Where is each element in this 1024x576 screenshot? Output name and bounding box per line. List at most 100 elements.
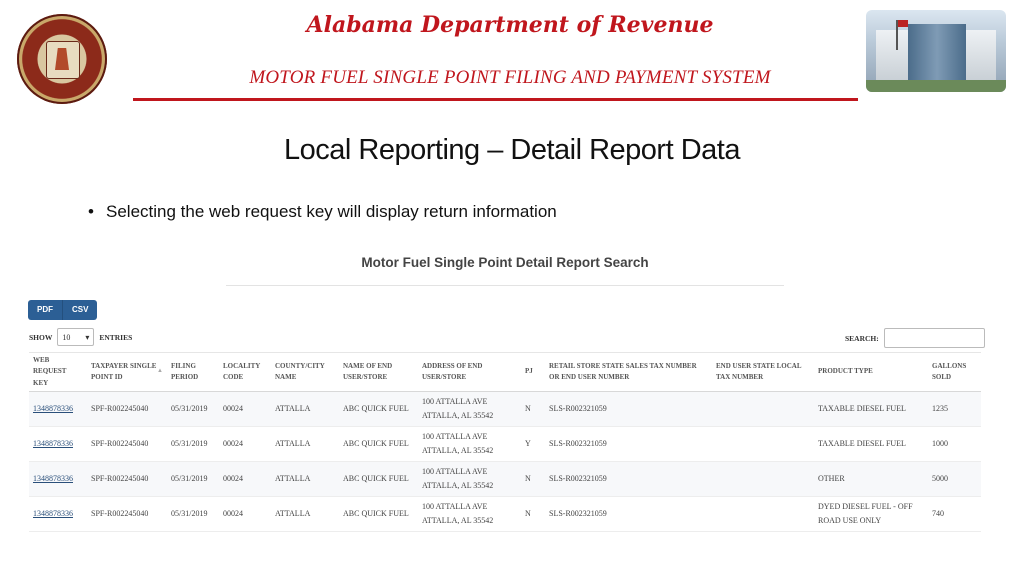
bullet-text: Selecting the web request key will displ… — [106, 202, 557, 221]
bullet-point: • Selecting the web request key will disp… — [88, 202, 557, 222]
county-city-cell: ATTALLA — [271, 496, 339, 532]
table-search-control: SEARCH: — [845, 328, 985, 348]
column-header-label: FILING PERIOD — [171, 361, 199, 381]
column-header[interactable]: PJ — [521, 352, 545, 392]
column-header[interactable]: NAME OF END USER/STORE — [339, 352, 418, 392]
web-request-key-cell: 1348878336 — [29, 426, 87, 462]
locality-code-cell: 00024 — [219, 391, 271, 427]
entries-length-control: SHOW 10 ▾ ENTRIES — [29, 328, 132, 346]
column-header-label: ADDRESS OF END USER/STORE — [422, 361, 483, 381]
sales-tax-number-cell: SLS-R002321059 — [545, 391, 712, 427]
address-line-1: 100 ATTALLA AVE — [422, 397, 488, 407]
entries-select-value: 10 — [62, 332, 71, 342]
gallons-cell: 740 — [928, 496, 981, 532]
column-header[interactable]: FILING PERIOD — [167, 352, 219, 392]
end-user-name-cell: ABC QUICK FUEL — [339, 461, 418, 497]
system-title: MOTOR FUEL SINGLE POINT FILING AND PAYME… — [249, 67, 771, 88]
filing-period-cell: 05/31/2019 — [167, 426, 219, 462]
product-type-cell: TAXABLE DIESEL FUEL — [814, 426, 928, 462]
pj-cell: N — [521, 391, 545, 427]
organization-title: Alabama Department of Revenue — [306, 12, 714, 38]
address-line-1: 100 ATTALLA AVE — [422, 502, 488, 512]
column-header[interactable]: LOCALITY CODE — [219, 352, 271, 392]
column-header-label: COUNTY/CITY NAME — [275, 361, 325, 381]
seal-emblem — [46, 41, 80, 79]
locality-code-cell: 00024 — [219, 426, 271, 462]
gallons-cell: 1235 — [928, 391, 981, 427]
web-request-key-cell: 1348878336 — [29, 461, 87, 497]
column-header-label: TAXPAYER SINGLE POINT ID — [91, 361, 157, 381]
address-line-2: ATTALLA, AL 35542 — [422, 446, 494, 455]
column-header-label: LOCALITY CODE — [223, 361, 261, 381]
table-row: 1348878336 SPF-R002245040 05/31/2019 000… — [29, 391, 981, 427]
sales-tax-number-cell: SLS-R002321059 — [545, 461, 712, 497]
building-facade — [908, 24, 966, 82]
county-city-cell: ATTALLA — [271, 391, 339, 427]
end-user-name-cell: ABC QUICK FUEL — [339, 391, 418, 427]
address-cell: 100 ATTALLA AVE ATTALLA, AL 35542 — [418, 461, 521, 497]
entries-select[interactable]: 10 ▾ — [57, 328, 95, 346]
column-header[interactable]: WEB REQUEST KEY — [29, 352, 87, 392]
web-request-key-link[interactable]: 1348878336 — [33, 404, 73, 413]
bullet-icon: • — [88, 202, 94, 221]
taxpayer-id-cell: SPF-R002245040 — [87, 391, 167, 427]
building-lawn — [866, 80, 1006, 92]
pj-cell: N — [521, 496, 545, 532]
sales-tax-number-cell: SLS-R002321059 — [545, 496, 712, 532]
report-title-divider — [226, 285, 784, 286]
web-request-key-link[interactable]: 1348878336 — [33, 509, 73, 518]
building-photo — [866, 10, 1006, 92]
filing-period-cell: 05/31/2019 — [167, 391, 219, 427]
taxpayer-id-cell: SPF-R002245040 — [87, 496, 167, 532]
web-request-key-cell: 1348878336 — [29, 496, 87, 532]
detail-report-table: WEB REQUEST KEY ▲ TAXPAYER SINGLE POINT I… — [29, 352, 981, 532]
product-type-cell: TAXABLE DIESEL FUEL — [814, 391, 928, 427]
locality-code-cell: 00024 — [219, 461, 271, 497]
report-title: Motor Fuel Single Point Detail Report Se… — [361, 255, 649, 270]
address-line-2: ATTALLA, AL 35542 — [422, 481, 494, 490]
gallons-cell: 5000 — [928, 461, 981, 497]
web-request-key-link[interactable]: 1348878336 — [33, 474, 73, 483]
address-cell: 100 ATTALLA AVE ATTALLA, AL 35542 — [418, 391, 521, 427]
csv-export-button[interactable]: CSV — [62, 300, 98, 320]
chevron-down-icon: ▾ — [85, 332, 90, 342]
column-header[interactable]: ▲ TAXPAYER SINGLE POINT ID — [87, 352, 167, 392]
sales-tax-number-cell: SLS-R002321059 — [545, 426, 712, 462]
county-city-cell: ATTALLA — [271, 461, 339, 497]
address-cell: 100 ATTALLA AVE ATTALLA, AL 35542 — [418, 496, 521, 532]
pdf-export-button[interactable]: PDF — [28, 300, 62, 320]
web-request-key-link[interactable]: 1348878336 — [33, 439, 73, 448]
column-header[interactable]: RETAIL STORE STATE SALES TAX NUMBER OR E… — [545, 352, 712, 392]
column-header[interactable]: COUNTY/CITY NAME — [271, 352, 339, 392]
column-header-label: NAME OF END USER/STORE — [343, 361, 393, 381]
address-line-1: 100 ATTALLA AVE — [422, 432, 488, 442]
column-header[interactable]: END USER STATE LOCAL TAX NUMBER — [712, 352, 814, 392]
local-tax-number-cell — [712, 461, 814, 497]
entries-label: ENTRIES — [99, 332, 133, 342]
filing-period-cell: 05/31/2019 — [167, 461, 219, 497]
pj-cell: Y — [521, 426, 545, 462]
column-header[interactable]: GALLONS SOLD — [928, 352, 981, 392]
locality-code-cell: 00024 — [219, 496, 271, 532]
end-user-name-cell: ABC QUICK FUEL — [339, 426, 418, 462]
table-header-row: WEB REQUEST KEY ▲ TAXPAYER SINGLE POINT I… — [29, 352, 981, 392]
search-input[interactable] — [883, 328, 985, 348]
department-seal-logo — [17, 14, 107, 104]
flag-icon — [896, 20, 908, 50]
taxpayer-id-cell: SPF-R002245040 — [87, 461, 167, 497]
local-tax-number-cell — [712, 426, 814, 462]
column-header[interactable]: PRODUCT TYPE — [814, 352, 928, 392]
address-line-2: ATTALLA, AL 35542 — [422, 516, 494, 525]
sort-arrow-icon: ▲ — [157, 367, 163, 374]
gallons-cell: 1000 — [928, 426, 981, 462]
address-cell: 100 ATTALLA AVE ATTALLA, AL 35542 — [418, 426, 521, 462]
filing-period-cell: 05/31/2019 — [167, 496, 219, 532]
column-header-label: RETAIL STORE STATE SALES TAX NUMBER OR E… — [549, 361, 697, 381]
table-row: 1348878336 SPF-R002245040 05/31/2019 000… — [29, 461, 981, 497]
header-divider — [133, 98, 858, 101]
column-header[interactable]: ADDRESS OF END USER/STORE — [418, 352, 521, 392]
column-header-label: PJ — [525, 367, 533, 376]
table-row: 1348878336 SPF-R002245040 05/31/2019 000… — [29, 496, 981, 532]
address-line-1: 100 ATTALLA AVE — [422, 467, 488, 477]
export-button-group: PDF CSV — [28, 300, 98, 320]
